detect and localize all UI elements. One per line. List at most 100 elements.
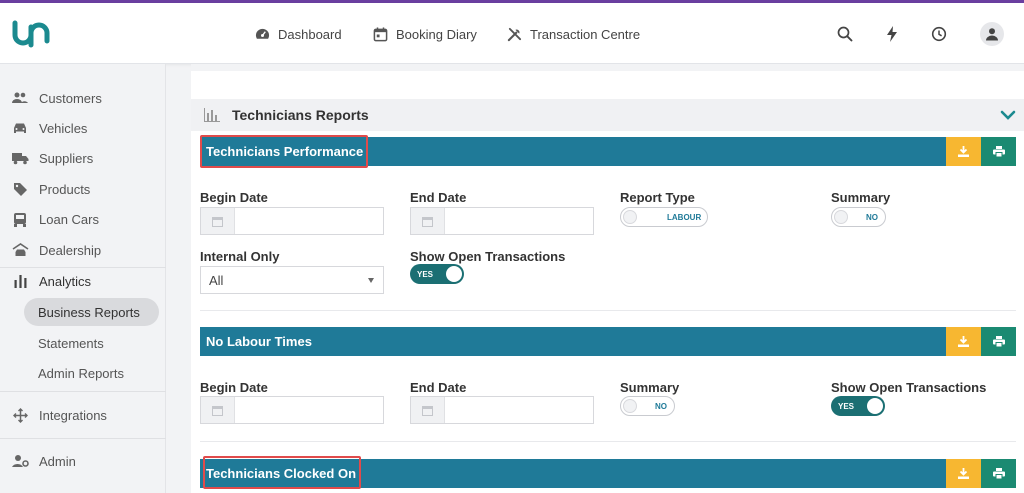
highlight-box — [203, 456, 361, 489]
integrations-icon — [11, 406, 29, 424]
sidebar-item-integrations[interactable]: Integrations — [0, 400, 166, 430]
sidebar-subitem-statements[interactable]: Statements — [24, 329, 159, 357]
summary-label: Summary — [620, 380, 680, 395]
print-icon — [992, 146, 1005, 157]
tools-icon — [507, 27, 522, 41]
sidebar-item-vehicles[interactable]: Vehicles — [0, 113, 166, 143]
summary-toggle[interactable]: NO — [620, 396, 675, 416]
download-button[interactable] — [946, 327, 981, 356]
sidebar-item-label: Analytics — [39, 273, 92, 289]
calendar-icon — [411, 397, 445, 423]
show-open-value: YES — [417, 270, 434, 279]
sidebar-item-label: Loan Cars — [39, 211, 99, 227]
calendar-icon — [201, 397, 235, 423]
download-icon — [958, 468, 969, 479]
sidebar-item-dealership[interactable]: Dealership — [0, 235, 166, 265]
sidebar-item-label: Customers — [39, 90, 102, 106]
end-date-field[interactable] — [410, 396, 594, 424]
select-arrow-icon — [368, 278, 374, 283]
history-clock-icon[interactable] — [928, 23, 950, 45]
show-open-transactions-label: Show Open Transactions — [831, 380, 987, 395]
main-content: Technicians Reports Technicians Performa… — [191, 64, 1024, 493]
show-open-transactions-toggle[interactable]: YES — [831, 396, 885, 416]
report-divider — [200, 441, 1016, 442]
sidebar-item-customers[interactable]: Customers — [0, 83, 166, 113]
show-open-transactions-label: Show Open Transactions — [410, 249, 566, 264]
top-navigation-bar: Dashboard Booking Diary Transaction Cent… — [0, 3, 1024, 64]
sidebar-item-admin[interactable]: Admin — [0, 446, 166, 476]
summary-value: NO — [655, 402, 667, 411]
sidebar-item-label: Vehicles — [39, 120, 88, 136]
calendar-icon — [411, 208, 445, 234]
search-icon[interactable] — [834, 23, 856, 45]
show-open-value: YES — [838, 402, 855, 411]
nav-booking-diary[interactable]: Booking Diary — [373, 23, 477, 45]
begin-date-field[interactable] — [200, 396, 384, 424]
sidebar-item-suppliers[interactable]: Suppliers — [0, 143, 166, 173]
sidebar-item-products[interactable]: Products — [0, 174, 166, 204]
calendar-icon — [201, 208, 235, 234]
end-date-field[interactable] — [410, 207, 594, 235]
sidebar-subitem-business-reports[interactable]: Business Reports — [24, 298, 159, 326]
toggle-knob — [834, 210, 848, 224]
sidebar-subitem-label: Admin Reports — [38, 365, 124, 381]
sidebar-divider — [0, 438, 166, 439]
sidebar-item-label: Products — [39, 181, 91, 197]
calendar-icon — [373, 26, 388, 41]
download-icon — [958, 336, 969, 347]
download-button[interactable] — [946, 137, 981, 166]
chevron-down-icon[interactable] — [1000, 107, 1016, 123]
begin-date-label: Begin Date — [200, 190, 268, 205]
sidebar-item-label: Dealership — [39, 242, 102, 258]
user-icon — [986, 28, 998, 41]
nav-dashboard[interactable]: Dashboard — [255, 23, 342, 45]
tag-icon — [11, 180, 29, 198]
sidebar-item-label: Suppliers — [39, 150, 94, 166]
nav-dashboard-label: Dashboard — [278, 26, 342, 42]
section-header[interactable]: Technicians Reports — [191, 99, 1024, 131]
sidebar-subitem-admin-reports[interactable]: Admin Reports — [24, 359, 159, 387]
end-date-label: End Date — [410, 190, 467, 205]
truck-icon — [11, 149, 29, 167]
sidebar-subitem-label: Business Reports — [38, 304, 140, 320]
toggle-knob — [867, 398, 883, 414]
nav-transaction-centre-label: Transaction Centre — [530, 26, 641, 42]
sidebar-item-analytics[interactable]: Analytics — [0, 266, 166, 296]
internal-only-label: Internal Only — [200, 249, 280, 264]
nav-booking-diary-label: Booking Diary — [396, 26, 477, 42]
summary-value: NO — [866, 213, 878, 222]
bar-chart-icon — [204, 108, 220, 122]
sidebar: Customers Vehicles Suppliers Products Lo… — [0, 64, 166, 493]
report-divider — [200, 310, 1016, 311]
sidebar-item-loan-cars[interactable]: Loan Cars — [0, 204, 166, 234]
print-button[interactable] — [981, 137, 1016, 166]
show-open-transactions-toggle[interactable]: YES — [410, 264, 464, 284]
download-icon — [958, 146, 969, 157]
begin-date-label: Begin Date — [200, 380, 268, 395]
begin-date-field[interactable] — [200, 207, 384, 235]
download-button[interactable] — [946, 459, 981, 488]
sidebar-item-label: Admin — [39, 453, 76, 469]
print-button[interactable] — [981, 459, 1016, 488]
sidebar-divider — [0, 391, 166, 392]
report-title: No Labour Times — [206, 334, 312, 349]
toggle-knob — [623, 210, 637, 224]
print-icon — [992, 468, 1005, 479]
print-button[interactable] — [981, 327, 1016, 356]
loan-car-icon — [11, 210, 29, 228]
section-title: Technicians Reports — [232, 107, 369, 123]
user-avatar[interactable] — [980, 22, 1004, 46]
summary-label: Summary — [831, 190, 891, 205]
report-type-toggle[interactable]: LABOUR — [620, 207, 708, 227]
toggle-knob — [623, 399, 637, 413]
summary-toggle[interactable]: NO — [831, 207, 886, 227]
internal-only-value: All — [209, 272, 224, 288]
report-type-label: Report Type — [620, 190, 695, 205]
lightning-icon[interactable] — [881, 23, 903, 45]
report-type-value: LABOUR — [667, 213, 702, 222]
nav-transaction-centre[interactable]: Transaction Centre — [507, 23, 640, 45]
internal-only-select[interactable]: All — [200, 266, 384, 294]
toggle-knob — [446, 266, 462, 282]
brand-logo[interactable] — [10, 17, 54, 51]
speedometer-icon — [255, 28, 270, 39]
